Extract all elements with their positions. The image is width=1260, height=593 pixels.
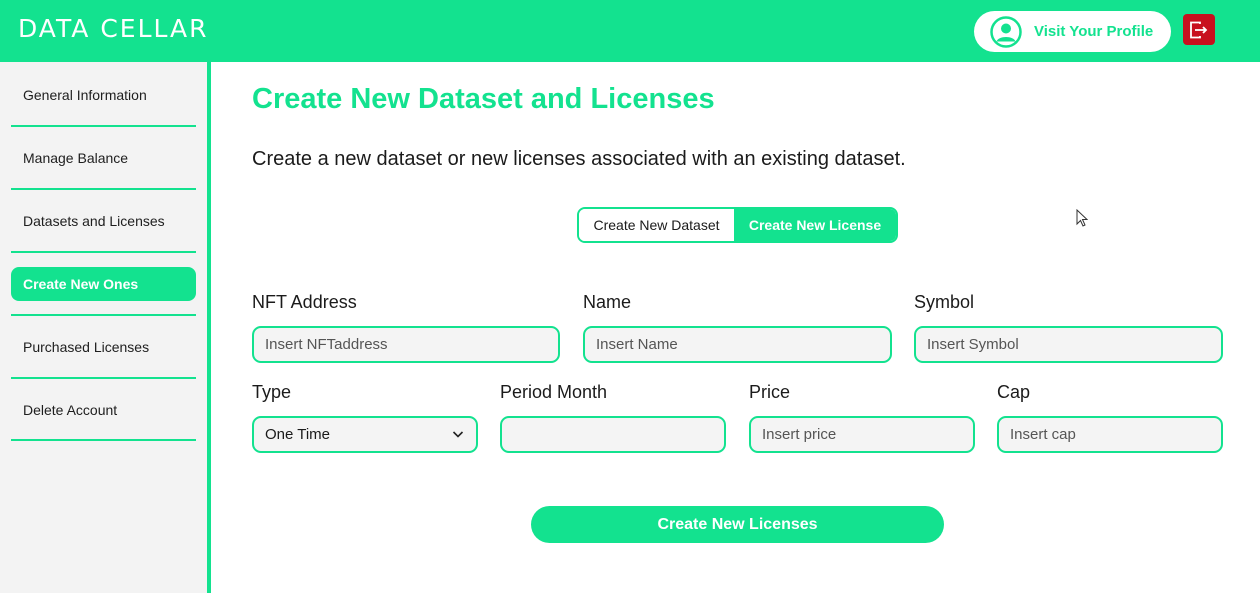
create-new-licenses-button[interactable]: Create New Licenses <box>531 506 944 543</box>
sidebar-item-label: Purchased Licenses <box>23 339 150 355</box>
top-bar: DATA CELLAR Visit Your Profile <box>0 0 1260 62</box>
symbol-input[interactable] <box>914 326 1223 363</box>
period-month-label: Period Month <box>500 382 608 402</box>
sidebar-item-delete-account[interactable]: Delete Account <box>11 393 196 427</box>
period-month-input[interactable] <box>500 416 726 453</box>
sidebar-separator <box>11 188 196 190</box>
nft-address-label: NFT Address <box>252 292 357 312</box>
name-label: Name <box>583 292 632 312</box>
sidebar-separator <box>11 125 196 127</box>
price-label: Price <box>749 382 791 402</box>
sidebar-item-label: Create New Ones <box>23 276 139 292</box>
cap-label: Cap <box>997 382 1031 402</box>
visit-profile-button[interactable]: Visit Your Profile <box>974 11 1171 52</box>
tab-create-new-license[interactable]: Create New License <box>734 209 896 241</box>
sidebar-item-general-information[interactable]: General Information <box>11 78 196 112</box>
sidebar-item-label: General Information <box>23 87 147 103</box>
user-circle-icon <box>990 15 1022 48</box>
symbol-label: Symbol <box>914 292 975 312</box>
type-select[interactable]: One Time <box>252 416 478 453</box>
tab-create-new-dataset[interactable]: Create New Dataset <box>579 209 734 241</box>
sidebar-separator <box>11 314 196 316</box>
visit-profile-label: Visit Your Profile <box>1034 23 1154 40</box>
sidebar-separator <box>11 377 196 379</box>
nft-address-input[interactable] <box>252 326 560 363</box>
name-input[interactable] <box>583 326 892 363</box>
chevron-down-icon <box>452 431 464 438</box>
mode-toggle: Create New Dataset Create New License <box>577 207 898 243</box>
cap-input[interactable] <box>997 416 1223 453</box>
sidebar-item-label: Datasets and Licenses <box>23 213 165 229</box>
sidebar-item-label: Delete Account <box>23 402 118 418</box>
type-label: Type <box>252 382 292 402</box>
type-select-value: One Time <box>265 426 331 443</box>
page-subtitle: Create a new dataset or new licenses ass… <box>252 148 906 170</box>
sidebar-separator <box>11 251 196 253</box>
app-logo[interactable]: DATA CELLAR <box>18 14 209 43</box>
logout-button[interactable] <box>1183 14 1215 45</box>
mouse-cursor-icon <box>1076 209 1088 227</box>
sidebar-item-datasets-and-licenses[interactable]: Datasets and Licenses <box>11 204 196 238</box>
sidebar-item-manage-balance[interactable]: Manage Balance <box>11 141 196 175</box>
sidebar-divider <box>207 62 211 593</box>
sidebar-item-label: Manage Balance <box>23 150 129 166</box>
page-title: Create New Dataset and Licenses <box>252 83 715 115</box>
sidebar-separator <box>11 439 196 441</box>
sidebar-item-purchased-licenses[interactable]: Purchased Licenses <box>11 330 196 364</box>
price-input[interactable] <box>749 416 975 453</box>
logout-icon <box>1190 21 1208 38</box>
sidebar-item-create-new-ones[interactable]: Create New Ones <box>11 267 196 301</box>
